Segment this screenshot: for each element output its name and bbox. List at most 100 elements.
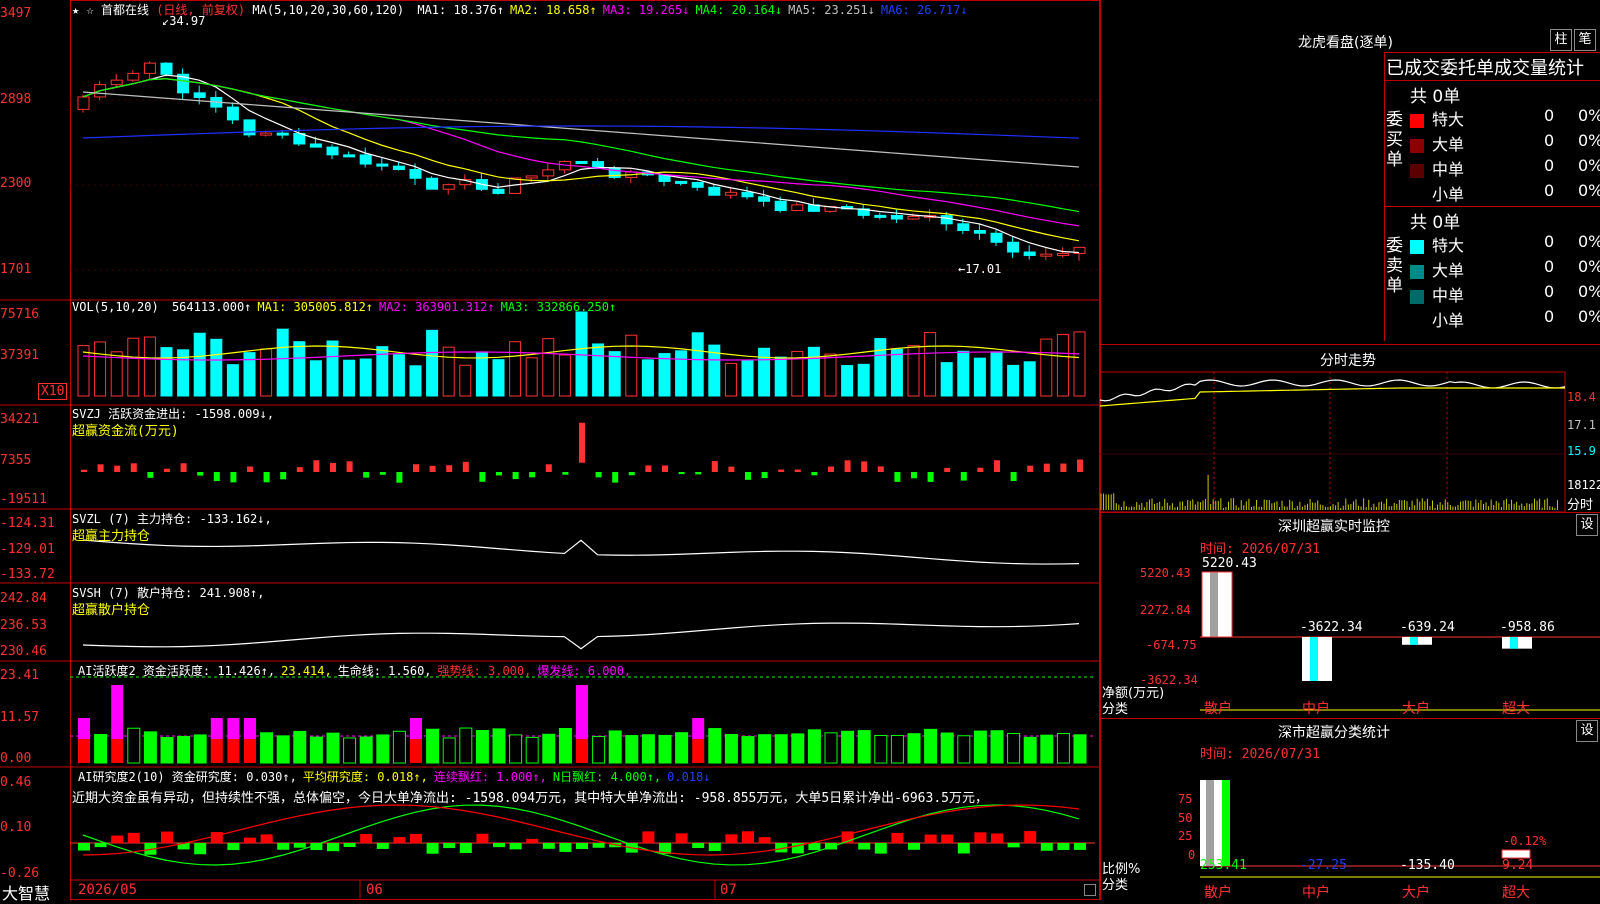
star-outline-icon[interactable]: ☆ — [86, 3, 93, 17]
volume-bar — [110, 351, 123, 397]
money-flow-bar — [977, 467, 984, 472]
candle-body — [940, 215, 953, 225]
volume-bar — [874, 338, 887, 397]
candle-body — [376, 163, 389, 167]
money-flow-bar — [612, 472, 619, 483]
volume-bar — [326, 340, 339, 397]
activity-bar — [576, 685, 588, 739]
research-bar — [161, 831, 173, 843]
monitor-title: 深圳超赢实时监控 — [1278, 519, 1390, 535]
volume-bar — [890, 348, 903, 397]
activity-bar — [724, 733, 738, 764]
activity-bar — [907, 733, 921, 764]
money-flow-bar — [861, 461, 868, 472]
candle-body — [575, 160, 588, 164]
bar-view-button[interactable]: 柱 — [1550, 29, 1572, 51]
order-row-name: 大单 — [1432, 135, 1465, 154]
indicator-value: 平均研究度: 0.018↑, — [302, 770, 428, 784]
tick-view-button[interactable]: 笔 — [1574, 29, 1596, 51]
candle-body — [774, 200, 787, 211]
high-price-value: 34.97 — [169, 14, 206, 28]
stock-name: 首都在线 — [100, 3, 149, 17]
activity-bar — [890, 734, 904, 764]
research-bar — [526, 838, 539, 843]
volume-bar — [293, 341, 306, 397]
activity-bar — [111, 685, 124, 739]
classify-divider — [1100, 718, 1600, 719]
indicator-value: MA2: 363901.312↑ — [379, 300, 495, 314]
activity-bar — [807, 729, 821, 764]
money-flow-bar — [379, 472, 386, 475]
candle-body — [309, 143, 322, 148]
activity-bar — [990, 730, 1004, 764]
activity-bar — [542, 733, 556, 764]
activity-bar — [127, 727, 141, 764]
research-bar — [908, 843, 920, 850]
money-flow-bar — [396, 472, 403, 483]
activity-bar — [576, 739, 588, 763]
monitor-settings-button[interactable]: 设 — [1576, 514, 1598, 536]
activity-bar — [94, 733, 108, 764]
vol-title: VOL(5,10,20) — [72, 300, 159, 314]
candle-body — [1056, 252, 1069, 256]
activity-bar — [78, 718, 90, 739]
activity-bar — [244, 739, 256, 763]
volume-bar — [160, 347, 173, 397]
activity-bar — [227, 718, 240, 739]
money-flow-bar — [745, 472, 751, 480]
indicator-value: 0.018↓ — [667, 770, 711, 784]
activity-bar — [957, 735, 971, 764]
candle-body — [1040, 253, 1053, 257]
adjust-label[interactable]: 前复权 — [202, 3, 238, 17]
activity-bar — [260, 732, 274, 764]
kline-chart-canvas[interactable] — [0, 0, 1100, 900]
activity-bar — [410, 718, 422, 739]
candle-body — [442, 184, 455, 190]
ma-line — [82, 78, 1080, 227]
activity-bar — [874, 734, 888, 764]
research-bar — [376, 843, 389, 849]
money-flow-bar — [462, 461, 469, 472]
volume-bar — [824, 353, 837, 397]
activity-bar — [210, 718, 223, 739]
classify-settings-button[interactable]: 设 — [1576, 720, 1598, 742]
research-bar — [1074, 843, 1086, 850]
axis-label: 25 — [1178, 829, 1193, 843]
volume-bar — [1073, 331, 1086, 397]
order-row-name: 小单 — [1432, 311, 1465, 330]
volume-bar — [193, 332, 206, 397]
research-bar — [891, 832, 904, 843]
activity-bar — [509, 734, 523, 764]
money-flow-bar — [446, 465, 453, 472]
money-flow-bar — [1010, 472, 1017, 482]
star-icon[interactable]: ★ — [72, 3, 79, 17]
candle-body — [1023, 251, 1036, 256]
activity-bar — [741, 736, 755, 764]
research-bar — [194, 843, 207, 855]
volume-bar — [260, 348, 273, 397]
svsh-subtitle: 超赢散户持仓 — [72, 603, 151, 618]
ai1-header: AI活跃度2 资金活跃度: 11.426↑, 23.414, 生命线: 1.560,… — [72, 662, 631, 679]
ma6-line — [82, 125, 1080, 139]
money-flow-bar — [97, 464, 104, 472]
scroll-lock-icon[interactable] — [1084, 884, 1096, 896]
order-row-name: 大单 — [1432, 261, 1465, 280]
order-row-pct: 0% — [1578, 131, 1600, 150]
money-flow-bar — [313, 460, 320, 472]
ai2-comment: 近期大资金虽有异动，但持续性不强，总体偏空，今日大单净流出: -1598.094… — [72, 791, 988, 806]
classify-extra-label: -0.12% — [1503, 834, 1547, 848]
activity-bar — [193, 734, 207, 764]
volume-bar — [276, 328, 289, 397]
volume-bar — [724, 362, 737, 397]
research-bar — [443, 843, 456, 849]
money-flow-bar — [662, 465, 668, 472]
volume-bar — [841, 365, 854, 397]
research-bar — [476, 833, 489, 843]
volume-bar — [459, 364, 472, 397]
activity-bar — [625, 735, 639, 764]
research-bar — [459, 843, 472, 853]
activity-bar — [708, 728, 722, 764]
indicator-value: 564113.000↑ — [171, 300, 252, 314]
high-price-label: ↙34.97 — [162, 14, 206, 28]
axis-label: 2272.84 — [1140, 603, 1191, 617]
